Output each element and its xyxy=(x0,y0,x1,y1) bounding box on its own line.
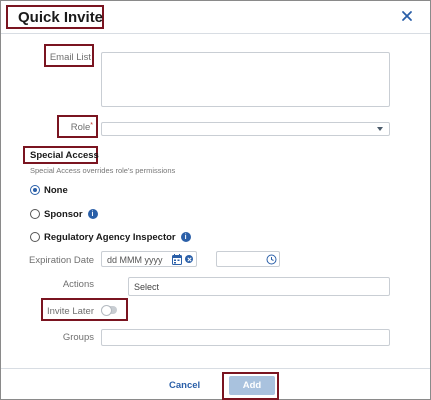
clock-icon[interactable] xyxy=(266,254,277,265)
radio-none[interactable] xyxy=(30,185,40,195)
chevron-down-icon xyxy=(377,127,383,131)
groups-input[interactable] xyxy=(101,329,390,346)
radio-option-regulatory[interactable]: Regulatory Agency Inspector i xyxy=(30,230,191,244)
title-highlight: Quick Invite xyxy=(6,5,104,29)
radio-regulatory[interactable] xyxy=(30,232,40,242)
clear-icon[interactable] xyxy=(185,255,193,263)
add-button[interactable]: Add xyxy=(229,376,275,395)
radio-option-sponsor[interactable]: Sponsor i xyxy=(30,207,98,221)
quick-invite-dialog: Quick Invite Email List Role* Special Ac… xyxy=(0,0,431,400)
actions-select-value: Select xyxy=(134,282,160,292)
invite-later-toggle[interactable] xyxy=(101,305,117,316)
cancel-button[interactable]: Cancel xyxy=(169,380,200,391)
expiration-date-label: Expiration Date xyxy=(29,255,94,266)
email-list-label: Email List xyxy=(49,52,91,63)
calendar-icon[interactable] xyxy=(172,254,182,265)
email-list-textarea[interactable] xyxy=(101,52,390,107)
dialog-title: Quick Invite xyxy=(18,9,104,26)
role-label: Role* xyxy=(61,122,93,133)
radio-label-regulatory: Regulatory Agency Inspector xyxy=(44,231,176,243)
expiration-date-placeholder: dd MMM yyyy xyxy=(107,255,163,265)
radio-label-sponsor: Sponsor xyxy=(44,208,83,220)
invite-later-label: Invite Later xyxy=(47,306,94,317)
info-icon[interactable]: i xyxy=(87,209,98,219)
info-icon[interactable]: i xyxy=(180,232,191,242)
dialog-header: Quick Invite xyxy=(1,1,430,34)
close-icon[interactable] xyxy=(400,9,414,23)
required-mark: * xyxy=(90,122,93,129)
role-label-text: Role xyxy=(70,122,91,133)
groups-label: Groups xyxy=(62,332,94,343)
special-access-title: Special Access xyxy=(30,150,99,161)
actions-label: Actions xyxy=(62,279,94,290)
special-access-subtitle: Special Access overrides role's permissi… xyxy=(30,166,176,175)
radio-option-none[interactable]: None xyxy=(30,183,68,197)
expiration-time-input[interactable] xyxy=(216,251,280,267)
expiration-date-input[interactable]: dd MMM yyyy xyxy=(101,251,197,267)
radio-sponsor[interactable] xyxy=(30,209,40,219)
dialog-footer: Cancel Add xyxy=(1,368,430,400)
actions-select[interactable]: Select xyxy=(128,277,390,296)
role-select[interactable] xyxy=(101,122,390,136)
radio-label-none: None xyxy=(44,184,68,196)
